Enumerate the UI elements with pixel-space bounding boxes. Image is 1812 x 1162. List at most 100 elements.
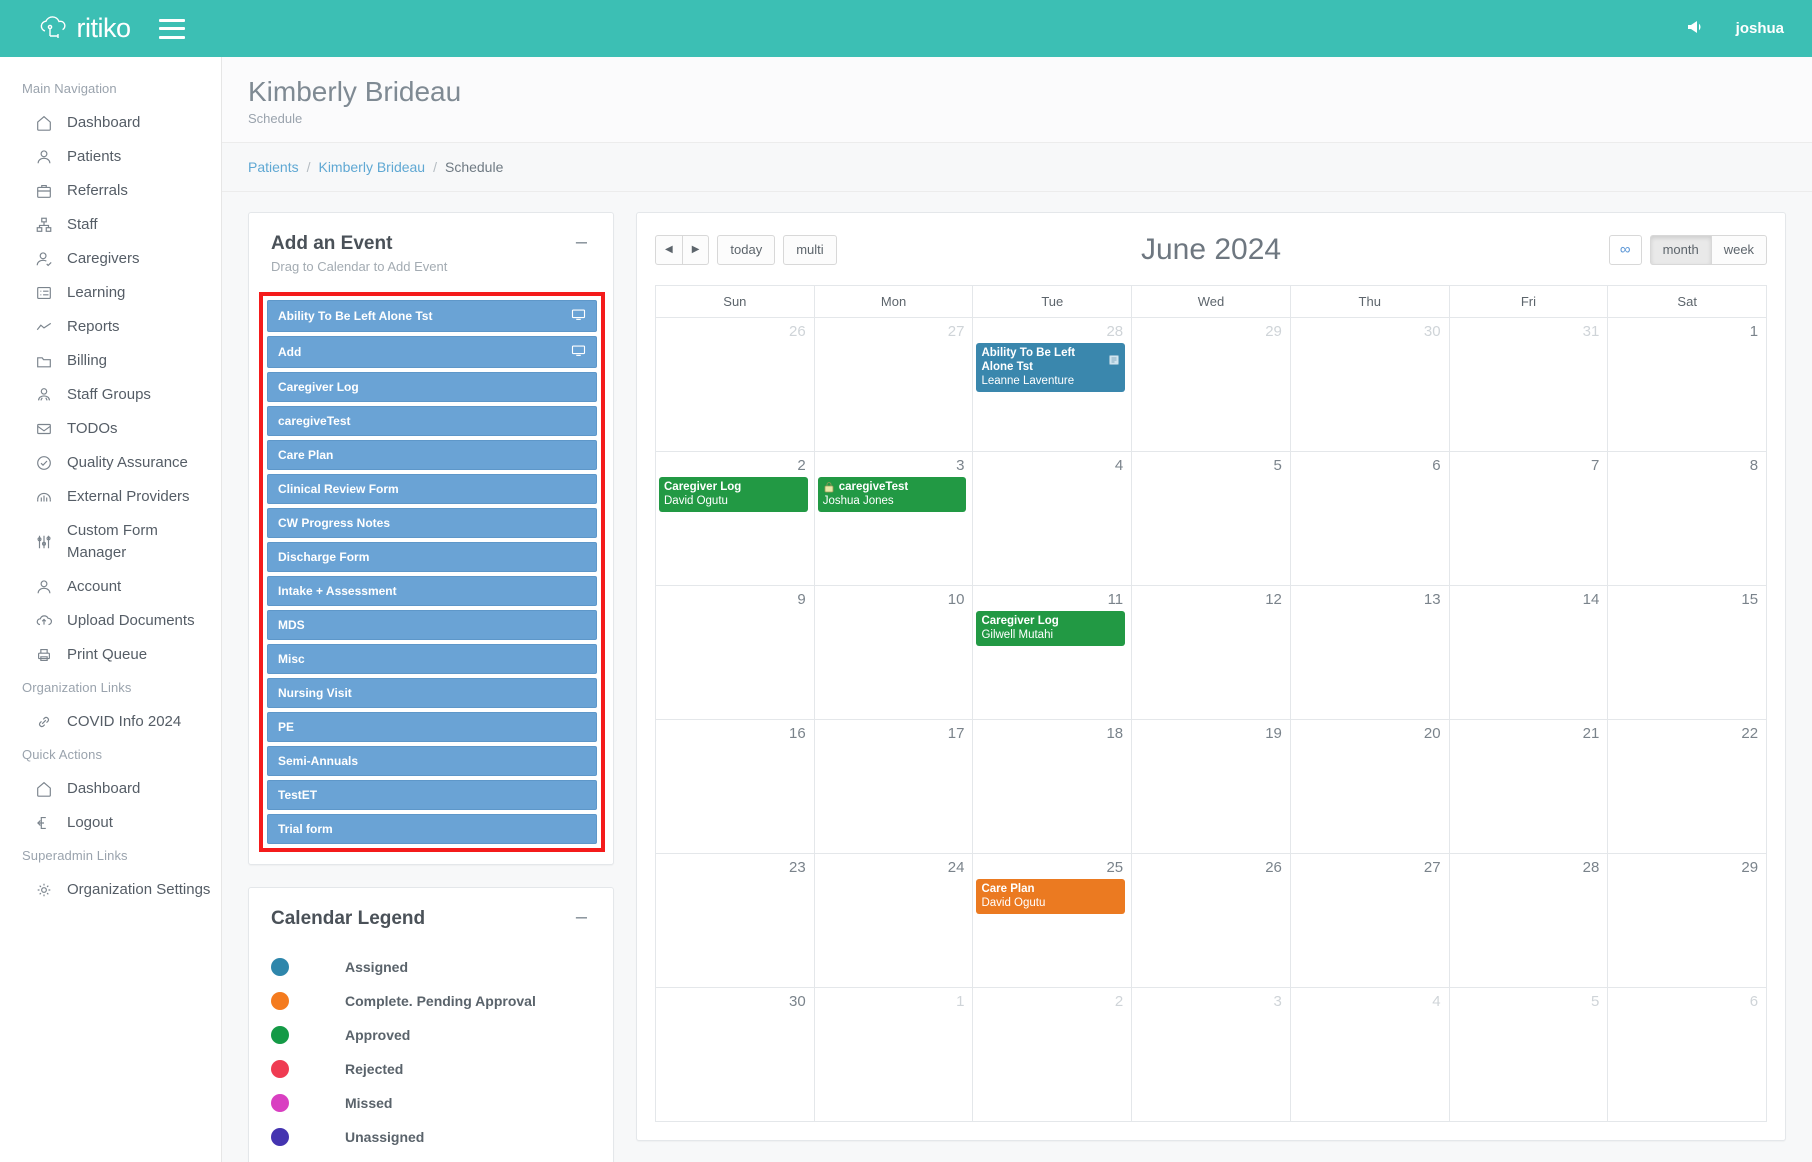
calendar-day-number: 24 — [815, 854, 973, 876]
add-event-item[interactable]: caregiveTest — [267, 406, 597, 436]
add-event-item[interactable]: Discharge Form — [267, 542, 597, 572]
add-event-item[interactable]: Intake + Assessment — [267, 576, 597, 606]
add-event-item[interactable]: Care Plan — [267, 440, 597, 470]
app-logo[interactable]: ritiko — [37, 13, 130, 44]
view-week-button[interactable]: week — [1711, 235, 1767, 265]
calendar-day-cell[interactable]: 6 — [1290, 452, 1449, 586]
calendar-day-cell[interactable]: 20 — [1290, 720, 1449, 854]
prev-month-button[interactable]: ◀ — [655, 235, 683, 265]
calendar-event[interactable]: Caregiver LogDavid Ogutu — [659, 477, 808, 512]
calendar-day-cell[interactable]: 6 — [1608, 988, 1767, 1122]
sidebar-item-organization-settings[interactable]: Organization Settings — [0, 873, 221, 907]
sidebar-item-quality-assurance[interactable]: Quality Assurance — [0, 446, 221, 480]
calendar-day-cell[interactable]: 2Caregiver LogDavid Ogutu — [656, 452, 815, 586]
calendar-event[interactable]: caregiveTestJoshua Jones — [818, 477, 967, 512]
add-event-item[interactable]: Misc — [267, 644, 597, 674]
add-event-item[interactable]: Add — [267, 336, 597, 368]
calendar-day-cell[interactable]: 22 — [1608, 720, 1767, 854]
calendar-day-cell[interactable]: 3 — [1132, 988, 1291, 1122]
calendar-day-cell[interactable]: 5 — [1449, 988, 1608, 1122]
add-event-item[interactable]: Semi-Annuals — [267, 746, 597, 776]
sidebar-item-quick-dashboard[interactable]: Dashboard — [0, 772, 221, 806]
add-event-item[interactable]: Clinical Review Form — [267, 474, 597, 504]
calendar-day-cell[interactable]: 4 — [973, 452, 1132, 586]
today-button[interactable]: today — [717, 235, 775, 265]
calendar-day-cell[interactable]: 19 — [1132, 720, 1291, 854]
collapse-legend-icon[interactable]: – — [572, 908, 591, 926]
view-month-button[interactable]: month — [1650, 235, 1712, 265]
calendar-day-cell[interactable]: 11Caregiver LogGilwell Mutahi — [973, 586, 1132, 720]
calendar-day-cell[interactable]: 29 — [1608, 854, 1767, 988]
calendar-day-cell[interactable]: 15 — [1608, 586, 1767, 720]
infinity-icon[interactable]: ∞ — [1609, 235, 1642, 265]
calendar-day-cell[interactable]: 31 — [1449, 318, 1608, 452]
sidebar-item-logout[interactable]: Logout — [0, 806, 221, 840]
calendar-day-cell[interactable]: 14 — [1449, 586, 1608, 720]
add-event-item[interactable]: Nursing Visit — [267, 678, 597, 708]
calendar-day-cell[interactable]: 30 — [656, 988, 815, 1122]
sidebar-item-custom-form-manager[interactable]: Custom Form Manager — [0, 514, 221, 570]
calendar-day-cell[interactable]: 18 — [973, 720, 1132, 854]
user-menu[interactable]: joshua — [1736, 20, 1784, 37]
breadcrumb-item-patients[interactable]: Patients — [248, 159, 299, 175]
calendar-day-cell[interactable]: 8 — [1608, 452, 1767, 586]
sidebar-item-todos[interactable]: TODOs — [0, 412, 221, 446]
add-event-item[interactable]: PE — [267, 712, 597, 742]
calendar-day-cell[interactable]: 17 — [814, 720, 973, 854]
calendar-day-cell[interactable]: 16 — [656, 720, 815, 854]
sidebar-item-upload-documents[interactable]: Upload Documents — [0, 604, 221, 638]
sidebar-item-referrals[interactable]: Referrals — [0, 174, 221, 208]
calendar-day-cell[interactable]: 30 — [1290, 318, 1449, 452]
sidebar-item-dashboard[interactable]: Dashboard — [0, 106, 221, 140]
add-event-item[interactable]: CW Progress Notes — [267, 508, 597, 538]
next-month-button[interactable]: ▶ — [682, 235, 710, 265]
calendar-day-cell[interactable]: 2 — [973, 988, 1132, 1122]
calendar-event[interactable]: Care PlanDavid Ogutu — [976, 879, 1125, 914]
collapse-add-event-icon[interactable]: – — [572, 233, 591, 251]
sitemap-icon — [34, 216, 53, 235]
calendar-day-cell[interactable]: 28 — [1449, 854, 1608, 988]
sidebar-item-covid-info-2024[interactable]: COVID Info 2024 — [0, 705, 221, 739]
megaphone-icon[interactable] — [1686, 18, 1706, 40]
sidebar-item-caregivers[interactable]: Caregivers — [0, 242, 221, 276]
calendar-day-cell[interactable]: 24 — [814, 854, 973, 988]
calendar-day-cell[interactable]: 3caregiveTestJoshua Jones — [814, 452, 973, 586]
calendar-event[interactable]: Ability To Be Left Alone TstLeanne Laven… — [976, 343, 1125, 392]
calendar-day-cell[interactable]: 29 — [1132, 318, 1291, 452]
sidebar-item-account[interactable]: Account — [0, 570, 221, 604]
calendar-day-cell[interactable]: 1 — [814, 988, 973, 1122]
calendar-day-cell[interactable]: 26 — [1132, 854, 1291, 988]
calendar-day-cell[interactable]: 13 — [1290, 586, 1449, 720]
calendar-day-cell[interactable]: 12 — [1132, 586, 1291, 720]
calendar-day-cell[interactable]: 27 — [1290, 854, 1449, 988]
sidebar-item-staff-groups[interactable]: Staff Groups — [0, 378, 221, 412]
calendar-day-cell[interactable]: 25Care PlanDavid Ogutu — [973, 854, 1132, 988]
sidebar-item-reports[interactable]: Reports — [0, 310, 221, 344]
calendar-event[interactable]: Caregiver LogGilwell Mutahi — [976, 611, 1125, 646]
sidebar-item-patients[interactable]: Patients — [0, 140, 221, 174]
add-event-item[interactable]: MDS — [267, 610, 597, 640]
calendar-day-cell[interactable]: 1 — [1608, 318, 1767, 452]
calendar-day-cell[interactable]: 10 — [814, 586, 973, 720]
calendar-day-cell[interactable]: 21 — [1449, 720, 1608, 854]
calendar-day-cell[interactable]: 27 — [814, 318, 973, 452]
add-event-item[interactable]: TestET — [267, 780, 597, 810]
calendar-day-cell[interactable]: 23 — [656, 854, 815, 988]
sidebar-item-staff[interactable]: Staff — [0, 208, 221, 242]
add-event-item[interactable]: Trial form — [267, 814, 597, 844]
calendar-day-cell[interactable]: 9 — [656, 586, 815, 720]
sidebar-item-billing[interactable]: Billing — [0, 344, 221, 378]
calendar-day-cell[interactable]: 7 — [1449, 452, 1608, 586]
calendar-day-cell[interactable]: 26 — [656, 318, 815, 452]
multi-button[interactable]: multi — [783, 235, 836, 265]
sidebar-item-print-queue[interactable]: Print Queue — [0, 638, 221, 672]
calendar-day-cell[interactable]: 4 — [1290, 988, 1449, 1122]
calendar-day-cell[interactable]: 5 — [1132, 452, 1291, 586]
hamburger-icon[interactable] — [159, 19, 185, 39]
add-event-item[interactable]: Ability To Be Left Alone Tst — [267, 300, 597, 332]
sidebar-item-learning[interactable]: Learning — [0, 276, 221, 310]
add-event-item[interactable]: Caregiver Log — [267, 372, 597, 402]
calendar-day-cell[interactable]: 28Ability To Be Left Alone TstLeanne Lav… — [973, 318, 1132, 452]
sidebar-item-external-providers[interactable]: External Providers — [0, 480, 221, 514]
breadcrumb-item-kimberly-brideau[interactable]: Kimberly Brideau — [318, 159, 425, 175]
